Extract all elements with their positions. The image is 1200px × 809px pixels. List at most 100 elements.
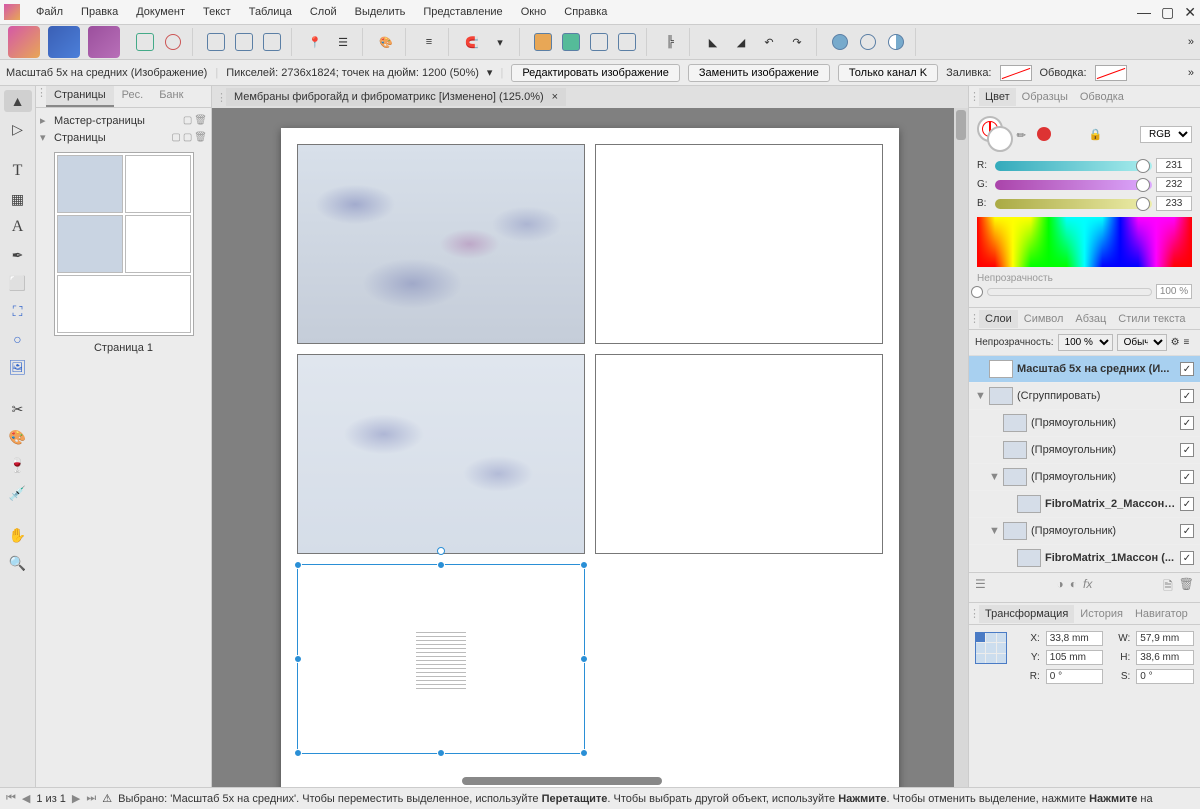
crop-tool[interactable]: ✂ bbox=[4, 398, 32, 420]
edit-image-button[interactable]: Редактировать изображение bbox=[511, 64, 680, 82]
close-icon[interactable]: ✕ bbox=[1184, 4, 1196, 21]
g-value[interactable]: 232 bbox=[1156, 177, 1192, 192]
opacity-thumb[interactable] bbox=[971, 286, 983, 298]
tab-color[interactable]: Цвет bbox=[979, 88, 1016, 106]
new-layer-icon[interactable]: 🗎 bbox=[1163, 577, 1173, 598]
tab-swatches[interactable]: Образцы bbox=[1016, 88, 1074, 106]
next-page-icon[interactable]: ▶ bbox=[72, 792, 80, 805]
close-tab-icon[interactable]: × bbox=[552, 91, 558, 103]
tool-shape1[interactable] bbox=[132, 29, 158, 55]
tab-pages[interactable]: Страницы bbox=[46, 86, 114, 107]
hand-tool[interactable]: ✋ bbox=[4, 524, 32, 546]
tool-arrange4[interactable] bbox=[614, 29, 640, 55]
menu-file[interactable]: Файл bbox=[28, 4, 71, 20]
layer-row[interactable]: Масштаб 5х на средних (И...✓ bbox=[969, 356, 1200, 383]
s-input[interactable]: 0 ° bbox=[1136, 669, 1194, 684]
pages-row[interactable]: ▾ Страницы ▢▢🗑 bbox=[36, 129, 211, 146]
trash-icon[interactable]: 🗑 bbox=[1179, 577, 1194, 598]
rotate-handle[interactable] bbox=[437, 547, 445, 555]
handle-br[interactable] bbox=[580, 749, 588, 757]
b-slider[interactable] bbox=[995, 199, 1152, 209]
anchor-selector[interactable] bbox=[975, 632, 1007, 664]
tool-arrange1[interactable] bbox=[530, 29, 556, 55]
context-overflow-icon[interactable]: » bbox=[1188, 67, 1194, 79]
empty-cell-2[interactable] bbox=[595, 354, 883, 554]
layer-row[interactable]: (Прямоугольник)✓ bbox=[969, 410, 1200, 437]
persona-photo-icon[interactable] bbox=[88, 26, 120, 58]
tool-align2[interactable]: ╠ bbox=[657, 29, 683, 55]
tab-bank[interactable]: Банк bbox=[151, 86, 191, 107]
handle-tr[interactable] bbox=[580, 561, 588, 569]
tool-op2[interactable] bbox=[855, 29, 881, 55]
first-page-icon[interactable]: ⏮ bbox=[6, 792, 16, 805]
gear-icon[interactable]: ⚙ bbox=[1171, 337, 1180, 348]
r-input[interactable]: 0 ° bbox=[1046, 669, 1104, 684]
color-mode-select[interactable]: RGB bbox=[1140, 126, 1192, 143]
replace-image-button[interactable]: Заменить изображение bbox=[688, 64, 830, 82]
tool-flip-h[interactable]: ◣ bbox=[700, 29, 726, 55]
k-channel-button[interactable]: Только канал K bbox=[838, 64, 938, 82]
menu-table[interactable]: Таблица bbox=[241, 4, 300, 20]
tool-grid2[interactable] bbox=[231, 29, 257, 55]
dropdown-icon[interactable]: ▾ bbox=[487, 66, 493, 79]
warning-icon[interactable]: ⚠ bbox=[102, 792, 112, 805]
ellipse-tool[interactable]: ○ bbox=[4, 328, 32, 350]
y-input[interactable]: 105 mm bbox=[1046, 650, 1104, 665]
layers-grip-icon[interactable]: ⋮⋮ bbox=[969, 312, 979, 325]
r-value[interactable]: 231 bbox=[1156, 158, 1192, 173]
menu-text[interactable]: Текст bbox=[195, 4, 239, 20]
menu-edit[interactable]: Правка bbox=[73, 4, 126, 20]
fx-icon[interactable]: fx bbox=[1083, 577, 1092, 598]
lock-icon[interactable]: 🔒 bbox=[1089, 128, 1103, 141]
panel-grip-icon[interactable]: ⋮⋮ bbox=[36, 86, 46, 107]
tab-stroke-panel[interactable]: Обводка bbox=[1074, 88, 1130, 106]
master-pages-row[interactable]: ▸ Мастер-страницы ▢🗑 bbox=[36, 112, 211, 129]
persona-publisher-icon[interactable] bbox=[8, 26, 40, 58]
zoom-tool[interactable]: 🔍 bbox=[4, 552, 32, 574]
menu-layer[interactable]: Слой bbox=[302, 4, 345, 20]
handle-tm[interactable] bbox=[437, 561, 445, 569]
horizontal-scrollbar[interactable] bbox=[462, 777, 662, 785]
image-cell-1[interactable] bbox=[297, 144, 585, 344]
layer-menu-icon[interactable]: ≡ bbox=[1184, 337, 1190, 348]
opacity-slider[interactable] bbox=[987, 288, 1152, 296]
b-value[interactable]: 233 bbox=[1156, 196, 1192, 211]
frame-tool[interactable]: ⛶ bbox=[4, 300, 32, 322]
fill-swatch[interactable] bbox=[1000, 65, 1032, 81]
fill-stroke-selector[interactable] bbox=[977, 116, 1013, 152]
layer-row[interactable]: (Прямоугольник)✓ bbox=[969, 437, 1200, 464]
r-slider[interactable] bbox=[995, 161, 1152, 171]
mask-icon[interactable]: ◑ bbox=[1057, 577, 1064, 598]
h-input[interactable]: 38,6 mm bbox=[1136, 650, 1194, 665]
tab-symbol[interactable]: Символ bbox=[1018, 310, 1070, 328]
layer-row[interactable]: FibroMatrix_2_Массон (...✓ bbox=[969, 491, 1200, 518]
stroke-swatch[interactable] bbox=[1095, 65, 1127, 81]
tab-layers[interactable]: Слои bbox=[979, 310, 1018, 328]
tool-magnet[interactable]: 🧲 bbox=[459, 29, 485, 55]
tool-grid1[interactable] bbox=[203, 29, 229, 55]
w-input[interactable]: 57,9 mm bbox=[1136, 631, 1194, 646]
handle-tl[interactable] bbox=[294, 561, 302, 569]
tool-op1[interactable] bbox=[827, 29, 853, 55]
tab-transform[interactable]: Трансформация bbox=[979, 605, 1074, 623]
dropper-tool[interactable]: 💉 bbox=[4, 482, 32, 504]
document-tab[interactable]: Мембраны фиброгайд и фиброматрикс [Измен… bbox=[226, 88, 566, 106]
layer-row[interactable]: ▼(Прямоугольник)✓ bbox=[969, 464, 1200, 491]
fill-tool[interactable]: 🎨 bbox=[4, 426, 32, 448]
tab-navigator[interactable]: Навигатор bbox=[1129, 605, 1194, 623]
tab-text-styles[interactable]: Стили текста bbox=[1112, 310, 1191, 328]
last-page-icon[interactable]: ⏭ bbox=[86, 792, 96, 805]
empty-cell-1[interactable] bbox=[595, 144, 883, 344]
tab-history[interactable]: История bbox=[1074, 605, 1129, 623]
table-tool[interactable]: ▦ bbox=[4, 188, 32, 210]
vertical-scrollbar[interactable] bbox=[954, 108, 968, 787]
pen-tool[interactable]: ✒ bbox=[4, 244, 32, 266]
selected-object[interactable] bbox=[297, 564, 585, 754]
layer-row[interactable]: ▼(Сгруппировать)✓ bbox=[969, 383, 1200, 410]
tool-magnet-dropdown[interactable]: ▾ bbox=[487, 29, 513, 55]
page-thumbnail[interactable] bbox=[54, 152, 194, 336]
tool-rotate-r[interactable]: ↷ bbox=[784, 29, 810, 55]
tool-flip-v[interactable]: ◢ bbox=[728, 29, 754, 55]
maximize-icon[interactable]: ▢ bbox=[1161, 4, 1174, 21]
add-icon[interactable]: ▢ bbox=[183, 115, 192, 126]
